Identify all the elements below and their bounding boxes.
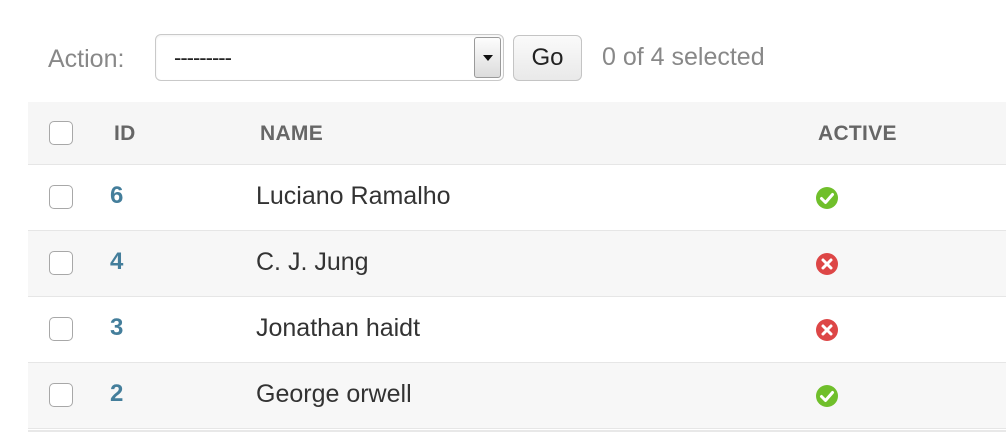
table-row: 2 George orwell <box>28 363 1006 429</box>
no-icon <box>815 252 839 276</box>
table-row: 3 Jonathan haidt <box>28 297 1006 363</box>
action-select-value: --------- <box>174 45 232 70</box>
column-header-id[interactable]: ID <box>114 122 136 146</box>
row-id-link[interactable]: 2 <box>110 380 123 408</box>
column-header-name[interactable]: NAME <box>260 122 323 146</box>
row-checkbox[interactable] <box>49 185 73 209</box>
row-name: Luciano Ramalho <box>256 182 451 210</box>
action-label: Action: <box>48 45 125 73</box>
row-checkbox[interactable] <box>49 383 73 407</box>
dropdown-arrow-button[interactable] <box>474 37 501 78</box>
chevron-down-icon <box>483 55 493 61</box>
action-select[interactable]: --------- <box>155 34 504 81</box>
table-row: 4 C. J. Jung <box>28 231 1006 297</box>
table-header: ID NAME ACTIVE <box>28 102 1006 165</box>
row-checkbox[interactable] <box>49 317 73 341</box>
yes-icon <box>815 384 839 408</box>
column-header-active[interactable]: ACTIVE <box>818 122 897 146</box>
result-list-table: ID NAME ACTIVE 6 Luciano Ramalho 4 C. J.… <box>28 102 1006 429</box>
row-name: Jonathan haidt <box>256 314 421 342</box>
no-icon <box>815 318 839 342</box>
table-row: 6 Luciano Ramalho <box>28 165 1006 231</box>
table-bottom-border <box>28 430 1006 432</box>
actions-bar: Action: --------- Go 0 of 4 selected <box>0 0 1006 102</box>
yes-icon <box>815 186 839 210</box>
row-id-link[interactable]: 3 <box>110 314 123 342</box>
row-name: C. J. Jung <box>256 248 369 276</box>
row-checkbox[interactable] <box>49 251 73 275</box>
select-all-checkbox[interactable] <box>49 121 73 145</box>
row-id-link[interactable]: 6 <box>110 182 123 210</box>
row-id-link[interactable]: 4 <box>110 248 123 276</box>
selection-counter: 0 of 4 selected <box>602 43 765 71</box>
go-button[interactable]: Go <box>513 35 582 81</box>
row-name: George orwell <box>256 380 412 408</box>
